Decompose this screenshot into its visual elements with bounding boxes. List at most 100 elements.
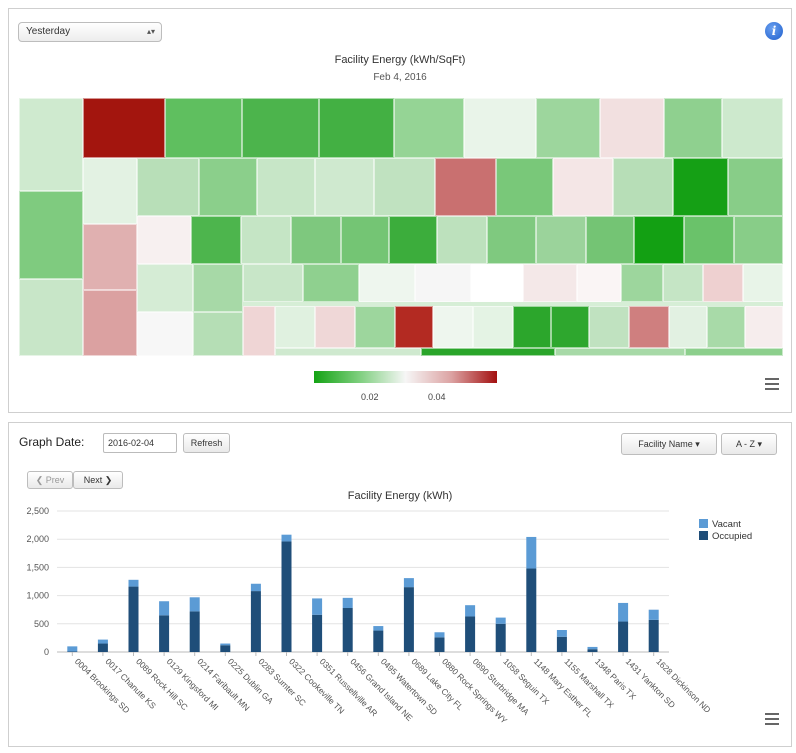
bar-vacant[interactable]	[556, 630, 567, 637]
treemap-cell[interactable]	[275, 348, 421, 356]
treemap-cell[interactable]	[355, 306, 395, 348]
treemap-cell[interactable]	[394, 98, 464, 158]
treemap-cell[interactable]	[589, 306, 629, 348]
treemap-cell[interactable]	[341, 216, 389, 264]
bar-occupied[interactable]	[587, 649, 598, 652]
treemap-cell[interactable]	[275, 306, 315, 348]
treemap-cell[interactable]	[669, 306, 707, 348]
bar-vacant[interactable]	[648, 609, 659, 620]
bar-occupied[interactable]	[281, 541, 292, 652]
treemap-cell[interactable]	[137, 264, 193, 312]
bar-vacant[interactable]	[250, 583, 261, 592]
treemap-cell[interactable]	[433, 306, 473, 348]
legend-item-label[interactable]: Occupied	[712, 531, 752, 542]
bar-occupied[interactable]	[648, 619, 659, 652]
bar-vacant[interactable]	[97, 639, 108, 644]
bar-occupied[interactable]	[373, 630, 384, 652]
treemap-cell[interactable]	[473, 306, 513, 348]
bar-occupied[interactable]	[220, 645, 231, 652]
treemap-cell[interactable]	[83, 98, 165, 158]
treemap-cell[interactable]	[83, 290, 137, 356]
treemap-cell[interactable]	[728, 158, 783, 216]
bar-vacant[interactable]	[434, 632, 445, 638]
treemap-cell[interactable]	[613, 158, 673, 216]
bar-occupied[interactable]	[495, 623, 506, 652]
treemap-cell[interactable]	[684, 216, 734, 264]
treemap-cell[interactable]	[319, 98, 394, 158]
bar-occupied[interactable]	[189, 611, 200, 652]
bar-vacant[interactable]	[159, 601, 170, 616]
bar-vacant[interactable]	[373, 626, 384, 631]
bar-occupied[interactable]	[128, 586, 139, 652]
treemap-cell[interactable]	[663, 264, 703, 302]
treemap-cell[interactable]	[137, 158, 199, 216]
treemap-cell[interactable]	[257, 158, 315, 216]
bar-occupied[interactable]	[556, 636, 567, 652]
treemap-cell[interactable]	[734, 216, 783, 264]
bar-vacant[interactable]	[281, 534, 292, 542]
treemap-cell[interactable]	[487, 216, 536, 264]
bar-occupied[interactable]	[618, 621, 629, 652]
legend-item-label[interactable]: Vacant	[712, 519, 741, 530]
treemap-cell[interactable]	[629, 306, 669, 348]
treemap-cell[interactable]	[243, 306, 275, 356]
treemap-cell[interactable]	[536, 98, 600, 158]
treemap-cell[interactable]	[464, 98, 536, 158]
treemap-cell[interactable]	[19, 191, 83, 279]
bar-vacant[interactable]	[618, 602, 629, 622]
treemap-cell[interactable]	[243, 264, 303, 302]
treemap-cell[interactable]	[743, 264, 783, 302]
bar-vacant[interactable]	[67, 646, 78, 652]
treemap-cell[interactable]	[435, 158, 496, 216]
bar-vacant[interactable]	[220, 643, 231, 646]
info-icon[interactable]: i	[765, 22, 783, 40]
treemap-cell[interactable]	[664, 98, 722, 158]
treemap-cell[interactable]	[600, 98, 664, 158]
chart-menu-icon[interactable]	[765, 378, 779, 390]
treemap-cell[interactable]	[621, 264, 663, 302]
bar-vacant[interactable]	[526, 536, 537, 569]
treemap-cell[interactable]	[513, 306, 551, 348]
treemap-cell[interactable]	[555, 348, 685, 356]
bar-occupied[interactable]	[97, 643, 108, 652]
treemap-cell[interactable]	[359, 264, 415, 302]
treemap-cell[interactable]	[685, 348, 783, 356]
treemap-cell[interactable]	[241, 216, 291, 264]
treemap-cell[interactable]	[437, 216, 487, 264]
treemap-cell[interactable]	[291, 216, 341, 264]
bar-occupied[interactable]	[526, 568, 537, 652]
bar-vacant[interactable]	[495, 617, 506, 624]
treemap-cell[interactable]	[471, 264, 523, 302]
bar-vacant[interactable]	[189, 597, 200, 612]
treemap-cell[interactable]	[673, 158, 728, 216]
bar-occupied[interactable]	[465, 616, 476, 652]
treemap-cell[interactable]	[315, 158, 374, 216]
treemap-cell[interactable]	[193, 264, 243, 312]
bar-occupied[interactable]	[250, 591, 261, 652]
treemap-cell[interactable]	[191, 216, 241, 264]
bar-occupied[interactable]	[312, 614, 323, 652]
treemap-cell[interactable]	[199, 158, 257, 216]
treemap-cell[interactable]	[315, 306, 355, 348]
bar-occupied[interactable]	[342, 608, 353, 652]
treemap-cell[interactable]	[303, 264, 359, 302]
bar-vacant[interactable]	[342, 597, 353, 609]
treemap-cell[interactable]	[703, 264, 743, 302]
treemap-cell[interactable]	[523, 264, 577, 302]
treemap-cell[interactable]	[137, 216, 191, 264]
treemap-cell[interactable]	[722, 98, 783, 158]
treemap-cell[interactable]	[137, 312, 193, 356]
treemap-cell[interactable]	[165, 98, 242, 158]
treemap-cell[interactable]	[707, 306, 745, 348]
bar-occupied[interactable]	[403, 587, 414, 652]
period-select[interactable]: Yesterday ▴▾	[18, 22, 162, 42]
treemap-cell[interactable]	[553, 158, 613, 216]
treemap-cell[interactable]	[83, 224, 137, 290]
treemap-cell[interactable]	[536, 216, 586, 264]
treemap-cell[interactable]	[421, 348, 555, 356]
chart-menu-icon[interactable]	[765, 713, 779, 725]
treemap-cell[interactable]	[19, 98, 83, 191]
treemap-cell[interactable]	[586, 216, 634, 264]
bar-vacant[interactable]	[587, 646, 598, 650]
treemap-cell[interactable]	[389, 216, 437, 264]
